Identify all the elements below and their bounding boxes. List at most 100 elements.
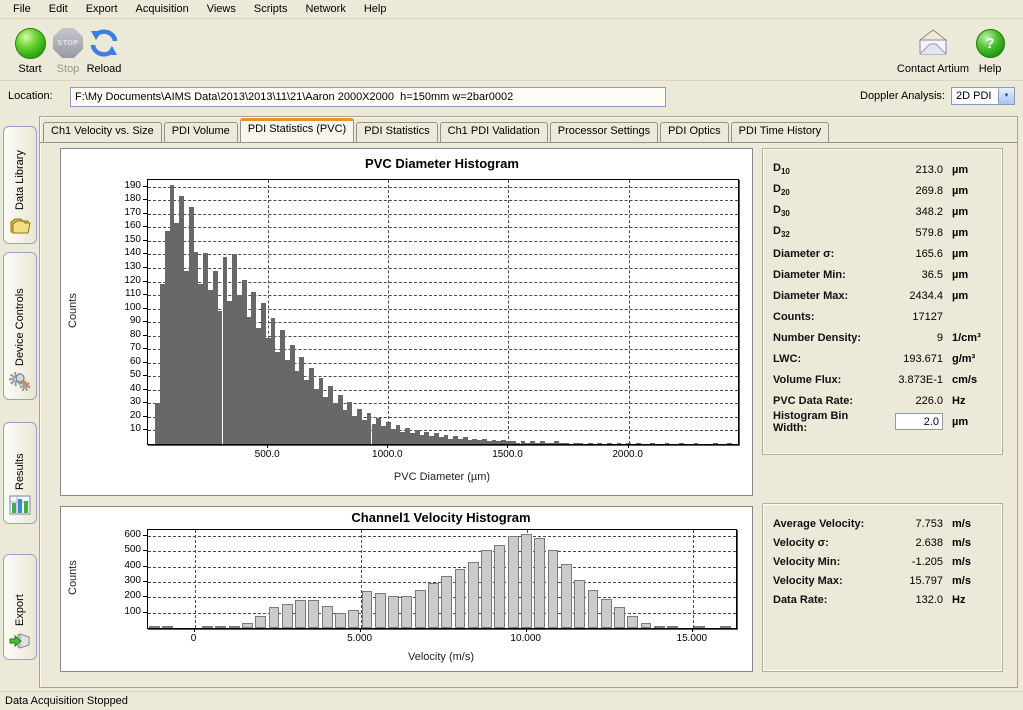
sidebar-item-results[interactable]: Results (3, 422, 37, 524)
axis-tick-label: 500 (124, 544, 141, 555)
axis-tick-label: 5.000 (347, 633, 372, 644)
menu-item-file[interactable]: File (4, 0, 40, 19)
tab-ch1-velocity-vs-size[interactable]: Ch1 Velocity vs. Size (43, 122, 162, 142)
histogram-bar (441, 576, 452, 628)
tick-mark (143, 362, 147, 363)
tab-processor-settings[interactable]: Processor Settings (550, 122, 658, 142)
location-row: Location: Doppler Analysis: 2D PDI ▼ (0, 82, 1023, 112)
tick-mark (360, 629, 361, 632)
diameter-stat-row-number-density: Number Density:91/cm³ (773, 327, 994, 348)
tab-pdi-time-history[interactable]: PDI Time History (731, 122, 830, 142)
gridline (148, 551, 736, 552)
stat-value-average-velocity: 7.753 (877, 518, 943, 530)
velocity-y-axis-label: Counts (67, 529, 79, 627)
histogram-bar (428, 583, 439, 628)
folder-icon (8, 214, 32, 239)
histogram-bar (667, 626, 678, 628)
axis-tick-label: 400 (124, 560, 141, 571)
stat-label-diameter-min: Diameter Min: (773, 269, 877, 281)
gridline (388, 180, 389, 444)
stat-label-number-density: Number Density: (773, 332, 877, 344)
histogram-bar (650, 443, 655, 444)
menu-item-help[interactable]: Help (355, 0, 396, 19)
chevron-down-icon[interactable]: ▼ (998, 88, 1014, 104)
gridline (195, 530, 196, 628)
gridline (148, 227, 738, 228)
diameter-stat-row-d30: D30348.2µm (773, 201, 994, 222)
histogram-bar (626, 443, 631, 444)
axis-tick-label: 10.000 (510, 633, 541, 644)
histogram-bar (720, 626, 731, 628)
stat-value-lwc: 193.671 (877, 353, 943, 365)
velocity-histogram-card: Channel1 Velocity Histogram Counts 10020… (60, 506, 753, 672)
menu-item-edit[interactable]: Edit (40, 0, 77, 19)
sidebar-item-device-controls[interactable]: Device Controls (3, 252, 37, 400)
menu-item-acquisition[interactable]: Acquisition (127, 0, 198, 19)
tab-pdi-statistics[interactable]: PDI Statistics (356, 122, 437, 142)
reload-button[interactable]: Reload (78, 26, 130, 75)
sidebar-item-data-library[interactable]: Data Library (3, 126, 37, 244)
diameter-stat-row-histogram-bin-width: Histogram Bin Width:µm (773, 411, 994, 432)
stat-label-diameter-max: Diameter Max: (773, 290, 877, 302)
menu-bar: FileEditExportAcquisitionViewsScriptsNet… (0, 0, 1023, 19)
tick-mark (143, 566, 147, 567)
stat-unit-d32: µm (943, 227, 994, 239)
histogram-bar (162, 626, 173, 628)
tab-pdi-statistics-pvc[interactable]: PDI Statistics (PVC) (240, 118, 354, 142)
sidebar-item-export[interactable]: Export (3, 554, 37, 660)
help-button[interactable]: ? Help (968, 26, 1012, 75)
velocity-chart-title: Channel1 Velocity Histogram (147, 510, 735, 525)
tab-ch1-pdi-validation[interactable]: Ch1 PDI Validation (440, 122, 548, 142)
stat-label-data-rate: Data Rate: (773, 594, 877, 606)
tick-mark (143, 416, 147, 417)
tick-mark (143, 213, 147, 214)
menu-item-scripts[interactable]: Scripts (245, 0, 297, 19)
histogram-bar (415, 590, 426, 628)
main-panel: Ch1 Velocity vs. SizePDI VolumePDI Stati… (39, 116, 1018, 688)
gridline (148, 536, 736, 537)
location-input[interactable] (70, 87, 666, 107)
diameter-stat-row-counts: Counts:17127 (773, 306, 994, 327)
stat-unit-velocity-sigma: m/s (943, 537, 994, 549)
reload-button-label: Reload (78, 63, 130, 75)
axis-tick-label: 60 (130, 356, 141, 367)
menu-item-network[interactable]: Network (296, 0, 354, 19)
stat-unit-d10: µm (943, 164, 994, 176)
histogram-bin-width-input[interactable] (895, 413, 943, 430)
tick-mark (143, 550, 147, 551)
histogram-bar (335, 613, 346, 628)
toolbar: Start STOP Stop Reload (0, 20, 1023, 81)
app-window: FileEditExportAcquisitionViewsScriptsNet… (0, 0, 1023, 710)
stat-value-velocity-max: 15.797 (877, 575, 943, 587)
gridline (508, 180, 509, 444)
tab-pdi-optics[interactable]: PDI Optics (660, 122, 729, 142)
sidebar-item-label: Device Controls (14, 259, 26, 366)
doppler-analysis-combo[interactable]: 2D PDI ▼ (951, 87, 1015, 105)
pvc-x-axis: 500.01000.01500.02000.0 (147, 445, 737, 461)
diameter-stat-row-diameter-max: Diameter Max:2434.4µm (773, 285, 994, 306)
envelope-icon (915, 28, 951, 58)
doppler-analysis-label: Doppler Analysis: (860, 90, 945, 102)
histogram-bar (215, 626, 226, 628)
stat-unit-d30: µm (943, 206, 994, 218)
tab-strip: Ch1 Velocity vs. SizePDI VolumePDI Stati… (40, 118, 1017, 143)
axis-tick-label: 40 (130, 383, 141, 394)
tick-mark (143, 389, 147, 390)
histogram-bar (574, 580, 585, 628)
contact-artium-button[interactable]: Contact Artium (887, 26, 979, 75)
velocity-stat-row-data-rate: Data Rate:132.0Hz (773, 590, 994, 609)
tab-pdi-volume[interactable]: PDI Volume (164, 122, 238, 142)
menu-item-views[interactable]: Views (198, 0, 245, 19)
gears-icon (8, 370, 32, 395)
histogram-bar (548, 550, 559, 628)
stat-value-velocity-min: -1.205 (877, 556, 943, 568)
axis-tick-label: 180 (124, 193, 141, 204)
gridline (148, 214, 738, 215)
histogram-bar (713, 443, 718, 444)
status-bar: Data Acquisition Stopped (0, 691, 1023, 710)
axis-tick-label: 1000.0 (372, 449, 403, 460)
help-button-label: Help (968, 63, 1012, 75)
stat-value-d20: 269.8 (877, 185, 943, 197)
menu-item-export[interactable]: Export (77, 0, 127, 19)
histogram-bar (561, 564, 572, 628)
